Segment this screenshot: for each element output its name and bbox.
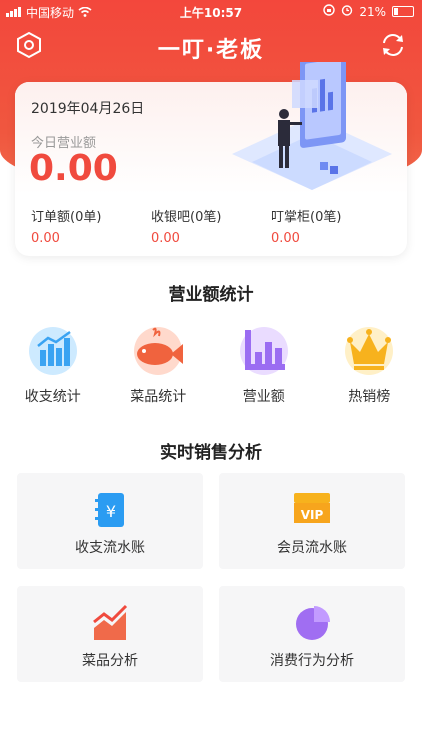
tile-label: 会员流水账 xyxy=(277,540,347,556)
status-bar: 中国移动 上午10:57 21% xyxy=(0,0,422,22)
tile-label: 消费行为分析 xyxy=(270,653,354,669)
column-chart-icon xyxy=(237,324,291,378)
revenue-value: 0.00 xyxy=(29,148,118,189)
pie-chart-icon xyxy=(292,604,332,642)
crown-icon xyxy=(342,324,396,378)
stat-label: 收支统计 xyxy=(24,389,81,405)
fish-icon xyxy=(131,324,185,378)
tile-label: 收支流水账 xyxy=(75,540,145,556)
summary-date: 2019年04月26日 xyxy=(31,101,145,117)
vip-card-icon: VIP xyxy=(292,491,332,529)
alarm-icon xyxy=(341,4,353,19)
stat-bestsellers[interactable]: 热销榜 xyxy=(317,324,422,406)
metric-label: 订单额(0单) xyxy=(31,210,102,225)
ledger-yen-icon: ¥ xyxy=(90,491,130,529)
stat-income-expense[interactable]: 收支统计 xyxy=(0,324,106,406)
stat-label: 菜品统计 xyxy=(130,389,187,405)
battery-icon xyxy=(392,6,414,17)
app-logo: 一叮·老板 xyxy=(157,38,265,63)
refresh-button[interactable] xyxy=(378,30,408,60)
revenue-stats-grid: 收支统计 菜品统计 营业额 热销榜 xyxy=(0,324,422,406)
vip-text: VIP xyxy=(301,508,324,522)
tile-member-ledger[interactable]: VIP 会员流水账 xyxy=(219,473,405,569)
stat-label: 营业额 xyxy=(242,389,285,405)
metric-value: 0.00 xyxy=(31,231,60,246)
trend-chart-icon xyxy=(90,604,130,642)
yen-glyph: ¥ xyxy=(106,502,116,521)
rotation-lock-icon xyxy=(323,4,336,19)
tile-label: 菜品分析 xyxy=(82,653,138,669)
bar-chart-icon xyxy=(26,324,80,378)
metric-value: 0.00 xyxy=(151,231,180,246)
tile-consumer-behavior[interactable]: 消费行为分析 xyxy=(219,586,405,682)
stat-revenue[interactable]: 营业额 xyxy=(211,324,317,406)
battery-percent: 21% xyxy=(359,4,386,19)
tile-income-ledger[interactable]: ¥ 收支流水账 xyxy=(17,473,203,569)
tile-dish-analysis[interactable]: 菜品分析 xyxy=(17,586,203,682)
stat-dishes[interactable]: 菜品统计 xyxy=(106,324,212,406)
dashboard-illustration xyxy=(232,50,392,212)
sales-analysis-title: 实时销售分析 xyxy=(160,443,262,463)
metric-orders[interactable]: 订单额(0单) 0.00 xyxy=(31,206,151,246)
metric-value: 0.00 xyxy=(271,231,300,246)
stat-label: 热销榜 xyxy=(348,389,391,405)
revenue-stats-title: 营业额统计 xyxy=(168,285,254,305)
